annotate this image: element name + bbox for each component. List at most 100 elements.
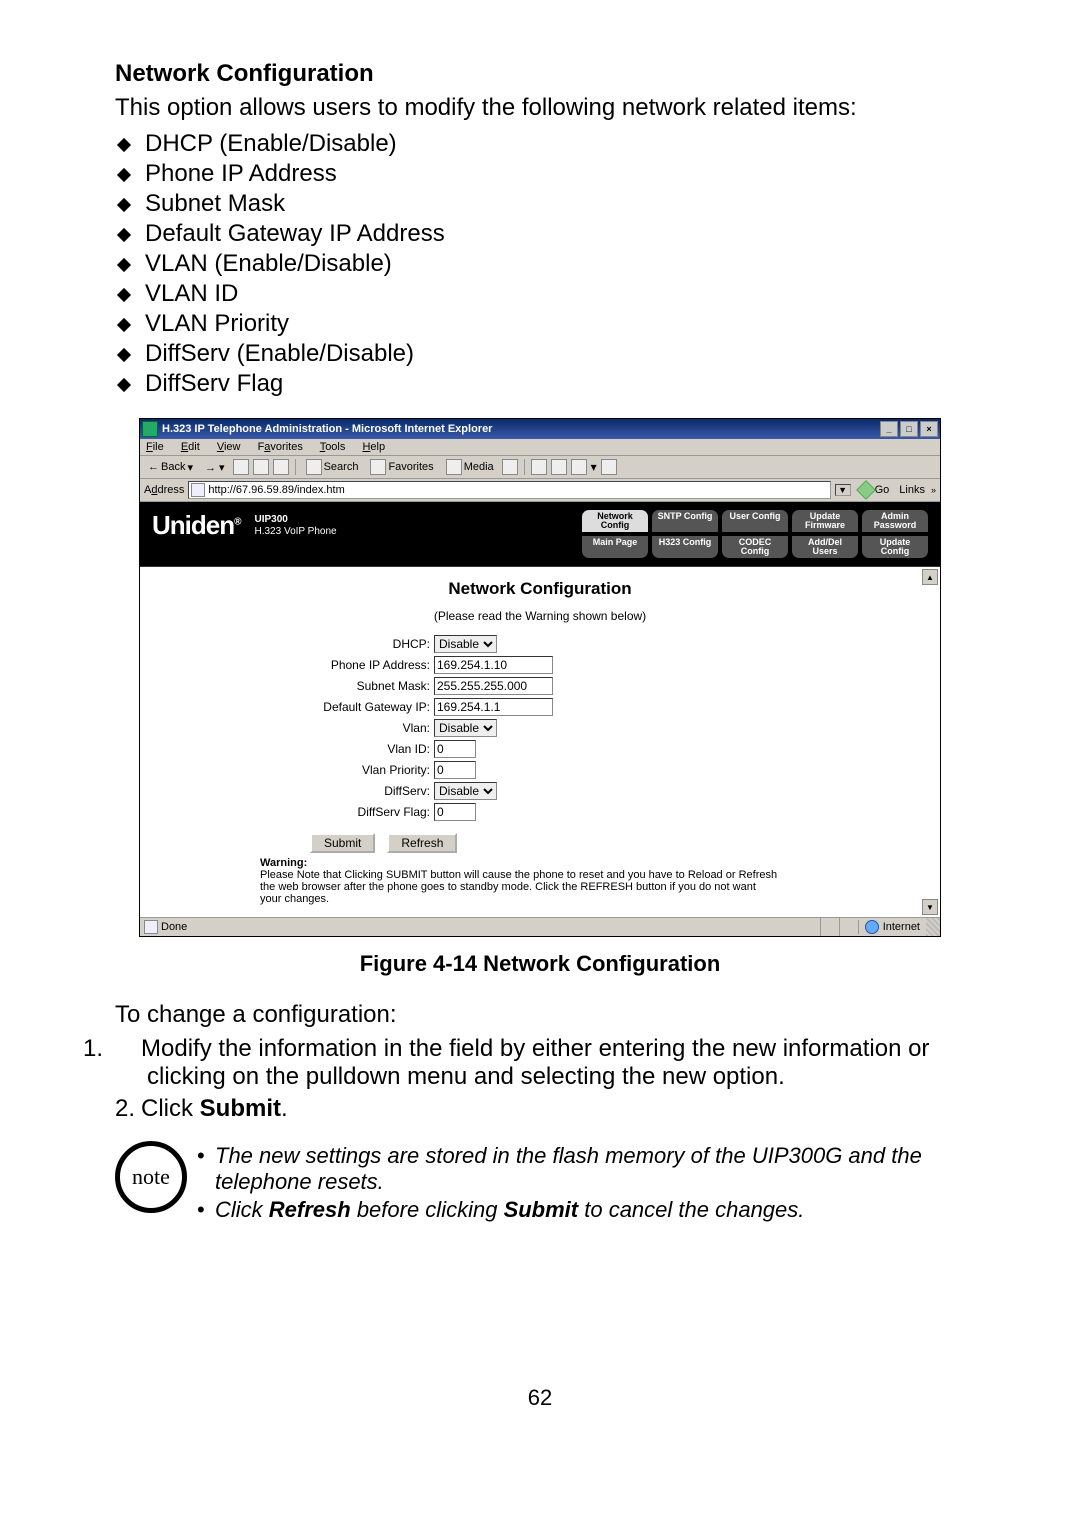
forward-button[interactable]: → ▾ (201, 460, 229, 475)
dhcp-select[interactable]: Disable (434, 635, 497, 653)
go-button[interactable]: Go (855, 483, 894, 497)
maximize-button[interactable]: □ (900, 421, 918, 437)
menu-favorites[interactable]: Favorites (258, 441, 303, 453)
vlanid-input[interactable] (434, 740, 476, 758)
dhcp-label: DHCP: (310, 637, 430, 651)
browser-window: H.323 IP Telephone Administration - Micr… (139, 418, 941, 937)
step-1: 1.Modify the information in the field by… (115, 1035, 965, 1091)
menu-help[interactable]: Help (362, 441, 385, 453)
toolbar: ← Back ▾ → ▾ Search Favorites Media ▾ (140, 456, 940, 479)
subnet-input[interactable] (434, 677, 553, 695)
tab-codec-config[interactable]: CODEC Config (722, 536, 788, 558)
vlanprio-label: Vlan Priority: (310, 763, 430, 777)
step-2: 2.Click Submit. (115, 1095, 965, 1123)
resize-grip[interactable] (926, 918, 940, 936)
tab-network-config[interactable]: Network Config (582, 510, 648, 532)
home-icon[interactable] (273, 459, 289, 475)
tab-admin-password[interactable]: Admin Password (862, 510, 928, 532)
menu-tools[interactable]: Tools (320, 441, 346, 453)
internet-icon (865, 920, 879, 934)
print-icon[interactable] (551, 459, 567, 475)
phoneip-input[interactable] (434, 656, 553, 674)
media-icon (446, 459, 462, 475)
status-bar: Done Internet (140, 917, 940, 936)
tab-update-config[interactable]: Update Config (862, 536, 928, 558)
media-button[interactable]: Media (442, 458, 498, 476)
edit-icon[interactable] (571, 459, 587, 475)
refresh-button[interactable]: Refresh (387, 833, 457, 853)
vlanid-label: Vlan ID: (310, 742, 430, 756)
brand-logo: Uniden® (152, 510, 240, 541)
favorites-button[interactable]: Favorites (366, 458, 437, 476)
window-titlebar: H.323 IP Telephone Administration - Micr… (140, 419, 940, 439)
page-icon (191, 483, 205, 497)
page-header: Uniden® UIP300 H.323 VoIP Phone Network … (140, 502, 940, 567)
discuss-icon[interactable] (601, 459, 617, 475)
tab-update-firmware[interactable]: Update Firmware (792, 510, 858, 532)
search-button[interactable]: Search (302, 458, 363, 476)
menu-file[interactable]: File (146, 441, 164, 453)
close-button[interactable]: × (920, 421, 938, 437)
tab-user-config[interactable]: User Config (722, 510, 788, 532)
vlanprio-input[interactable] (434, 761, 476, 779)
menu-view[interactable]: View (217, 441, 241, 453)
intro-text: This option allows users to modify the f… (115, 94, 965, 122)
note-item: Click Refresh before clicking Submit to … (197, 1197, 965, 1223)
list-item: VLAN (Enable/Disable) (115, 250, 965, 278)
list-item: DiffServ Flag (115, 370, 965, 398)
gateway-input[interactable] (434, 698, 553, 716)
subnet-label: Subnet Mask: (310, 679, 430, 693)
phoneip-label: Phone IP Address: (310, 658, 430, 672)
tab-main-page[interactable]: Main Page (582, 536, 648, 558)
config-subtitle: (Please read the Warning shown below) (160, 609, 920, 623)
gateway-label: Default Gateway IP: (310, 700, 430, 714)
mail-icon[interactable] (531, 459, 547, 475)
config-title: Network Configuration (160, 579, 920, 599)
warning-title: Warning: (260, 857, 780, 869)
links-label[interactable]: Links (897, 484, 927, 496)
address-input[interactable]: http://67.96.59.89/index.htm (188, 481, 830, 499)
tab-h323-config[interactable]: H323 Config (652, 536, 718, 558)
diffflag-input[interactable] (434, 803, 476, 821)
list-item: Default Gateway IP Address (115, 220, 965, 248)
back-button[interactable]: ← Back ▾ (144, 460, 197, 475)
tab-adddel-users[interactable]: Add/Del Users (792, 536, 858, 558)
list-item: Phone IP Address (115, 160, 965, 188)
search-icon (306, 459, 322, 475)
diffserv-label: DiffServ: (310, 784, 430, 798)
history-icon[interactable] (502, 459, 518, 475)
url-text: http://67.96.59.89/index.htm (208, 484, 344, 496)
diffserv-select[interactable]: Disable (434, 782, 497, 800)
window-title: H.323 IP Telephone Administration - Micr… (162, 423, 878, 435)
figure-caption: Figure 4-14 Network Configuration (115, 951, 965, 977)
stop-icon[interactable] (233, 459, 249, 475)
menu-edit[interactable]: Edit (181, 441, 200, 453)
favorites-icon (370, 459, 386, 475)
paragraph: To change a configuration: (115, 1001, 965, 1029)
nav-tabs: Network Config SNTP Config User Config U… (582, 510, 928, 558)
status-done: Done (161, 921, 187, 933)
scroll-down-button[interactable]: ▼ (922, 899, 938, 915)
tab-sntp-config[interactable]: SNTP Config (652, 510, 718, 532)
warning-text: Please Note that Clicking SUBMIT button … (260, 869, 780, 905)
scroll-up-button[interactable]: ▲ (922, 569, 938, 585)
done-icon (144, 920, 158, 934)
list-item: DiffServ (Enable/Disable) (115, 340, 965, 368)
menu-bar: File Edit View Favorites Tools Help (140, 439, 940, 456)
status-zone: Internet (883, 921, 920, 933)
address-dropdown[interactable]: ▼ (835, 484, 851, 496)
product-label: UIP300 H.323 VoIP Phone (254, 514, 336, 538)
bullet-list: DHCP (Enable/Disable) Phone IP Address S… (115, 130, 965, 398)
submit-button[interactable]: Submit (310, 833, 375, 853)
diffflag-label: DiffServ Flag: (310, 805, 430, 819)
list-item: DHCP (Enable/Disable) (115, 130, 965, 158)
refresh-icon[interactable] (253, 459, 269, 475)
page-number: 62 (115, 1385, 965, 1411)
ie-icon (142, 421, 158, 437)
vlan-select[interactable]: Disable (434, 719, 497, 737)
list-item: VLAN ID (115, 280, 965, 308)
minimize-button[interactable]: _ (880, 421, 898, 437)
address-label: Address (144, 484, 184, 496)
address-bar: Address http://67.96.59.89/index.htm ▼ G… (140, 479, 940, 502)
go-icon (856, 480, 876, 500)
